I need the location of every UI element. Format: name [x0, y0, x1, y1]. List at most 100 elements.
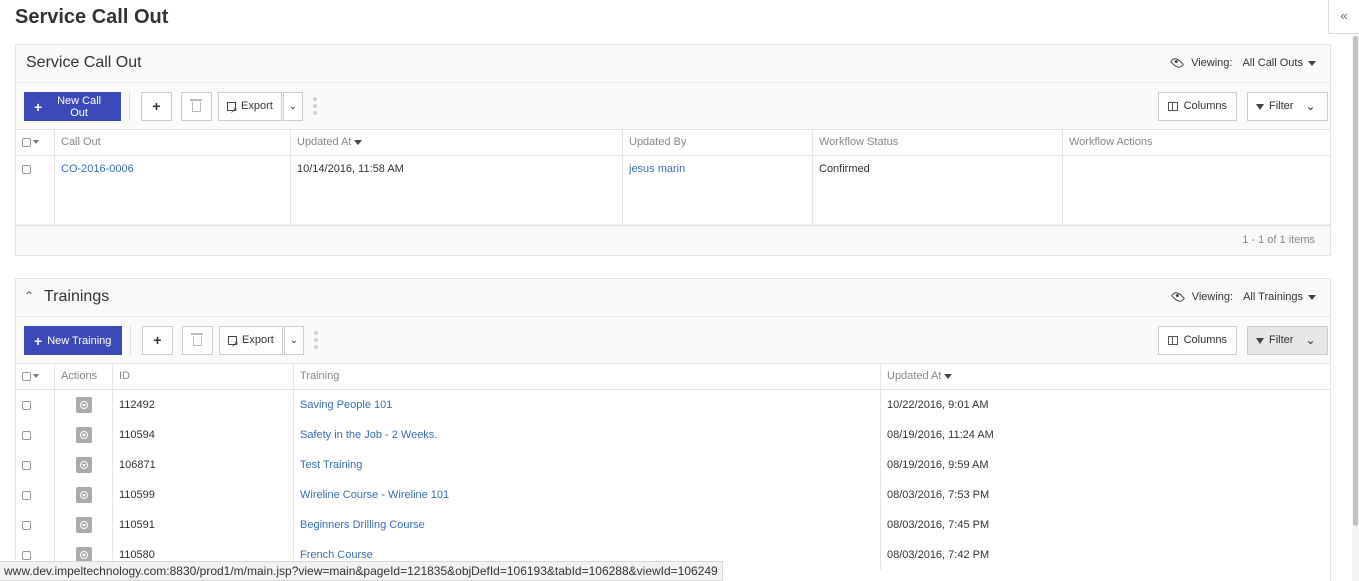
filter-label: Filter: [1269, 100, 1294, 112]
grid-body: CO-2016-0006 10/14/2016, 11:58 AM jesus …: [16, 156, 1330, 225]
id-cell: 110599: [113, 480, 294, 510]
updated-by-link[interactable]: jesus marin: [623, 156, 813, 224]
column-header-workflow-actions[interactable]: Workflow Actions: [1063, 130, 1330, 155]
page-title: Service Call Out: [15, 6, 169, 28]
toolbar-divider: [130, 326, 131, 355]
toolbar-divider: [129, 92, 130, 121]
export-button[interactable]: Export: [219, 326, 283, 358]
toolbar: + New Training + Export ⌄ Columns Filter…: [16, 317, 1330, 363]
caret-down-icon[interactable]: [1308, 294, 1316, 300]
export-button[interactable]: Export: [218, 92, 282, 124]
add-button[interactable]: +: [141, 92, 172, 121]
collapse-panel-button[interactable]: «: [1328, 0, 1359, 34]
columns-icon: [1168, 102, 1178, 111]
viewing-label: Viewing:: [1191, 57, 1233, 69]
new-call-out-button[interactable]: + New Call Out: [24, 92, 121, 121]
training-link[interactable]: Test Training: [294, 450, 881, 480]
columns-button[interactable]: Columns: [1158, 92, 1237, 121]
grid-footer: 1 - 1 of 1 items: [16, 225, 1330, 254]
row-checkbox[interactable]: [16, 480, 55, 510]
table-row[interactable]: 110591 Beginners Drilling Course 08/03/2…: [16, 510, 1330, 540]
row-checkbox[interactable]: [16, 156, 55, 224]
select-all-checkbox[interactable]: [16, 364, 55, 389]
training-link[interactable]: Wireline Course - Wireline 101: [294, 480, 881, 510]
columns-button[interactable]: Columns: [1158, 326, 1237, 355]
row-actions-cell[interactable]: [55, 420, 113, 450]
chevron-up-icon[interactable]: ⌃: [24, 289, 34, 303]
row-checkbox[interactable]: [16, 390, 55, 420]
export-dropdown-button[interactable]: ⌄: [283, 92, 303, 121]
plus-icon: +: [34, 332, 43, 349]
actions-menu-icon[interactable]: [75, 397, 92, 414]
actions-menu-icon[interactable]: [75, 487, 92, 504]
column-header-updated-at[interactable]: Updated At: [291, 130, 623, 155]
row-checkbox[interactable]: [16, 450, 55, 480]
row-actions-cell[interactable]: [55, 450, 113, 480]
call-out-link[interactable]: CO-2016-0006: [55, 156, 291, 224]
actions-menu-icon[interactable]: [75, 427, 92, 444]
training-link[interactable]: Beginners Drilling Course: [294, 510, 881, 540]
filter-button[interactable]: Filter ⌄: [1247, 92, 1328, 121]
row-actions-cell[interactable]: [55, 510, 113, 540]
training-link[interactable]: Saving People 101: [294, 390, 881, 420]
row-checkbox[interactable]: [16, 510, 55, 540]
row-checkbox[interactable]: [16, 420, 55, 450]
new-training-button[interactable]: + New Training: [24, 326, 122, 355]
view-selector[interactable]: Viewing: All Call Outs: [1170, 55, 1316, 71]
row-actions-cell[interactable]: [55, 390, 113, 420]
view-selector[interactable]: Viewing: All Trainings: [1170, 289, 1316, 305]
toolbar: + New Call Out + Export ⌄ Columns Filter…: [16, 83, 1330, 129]
workflow-status-cell: Confirmed: [813, 156, 1063, 224]
delete-button[interactable]: [182, 326, 213, 355]
export-label: Export: [242, 334, 274, 346]
plus-icon: +: [152, 98, 161, 114]
column-header-training[interactable]: Training: [294, 364, 881, 389]
export-dropdown-button[interactable]: ⌄: [284, 326, 304, 355]
column-header-updated-at[interactable]: Updated At: [881, 364, 1330, 389]
updated-at-cell: 08/03/2016, 7:45 PM: [887, 519, 990, 531]
updated-at-cell: 08/19/2016, 11:24 AM: [887, 429, 994, 441]
id-cell: 110594: [113, 420, 294, 450]
column-header-call-out[interactable]: Call Out: [55, 130, 291, 155]
updated-at-cell: 10/14/2016, 11:58 AM: [291, 156, 623, 224]
drag-handle-icon[interactable]: [313, 97, 317, 115]
chevron-down-icon: ⌄: [1305, 99, 1316, 113]
view-name[interactable]: All Trainings: [1243, 291, 1303, 303]
viewing-label: Viewing:: [1191, 291, 1234, 303]
actions-menu-icon[interactable]: [75, 517, 92, 534]
id-cell: 106871: [113, 450, 294, 480]
table-row[interactable]: 112492 Saving People 101 10/22/2016, 9:0…: [16, 390, 1330, 420]
plus-icon: +: [34, 98, 43, 115]
column-header-updated-by[interactable]: Updated By: [623, 130, 813, 155]
table-row[interactable]: CO-2016-0006 10/14/2016, 11:58 AM jesus …: [16, 156, 1330, 225]
row-actions-cell[interactable]: [55, 480, 113, 510]
caret-down-icon[interactable]: [1308, 60, 1316, 66]
new-call-out-label: New Call Out: [57, 94, 102, 119]
grid-header-row: Actions ID Training Updated At: [16, 364, 1330, 390]
updated-at-cell: 08/03/2016, 7:53 PM: [887, 489, 990, 501]
column-header-id[interactable]: ID: [113, 364, 294, 389]
add-button[interactable]: +: [142, 326, 173, 355]
table-row[interactable]: 106871 Test Training 08/19/2016, 9:59 AM: [16, 450, 1330, 480]
drag-handle-icon[interactable]: [314, 331, 318, 349]
scrollbar-thumb[interactable]: [1353, 36, 1358, 526]
column-header-workflow-status[interactable]: Workflow Status: [813, 130, 1063, 155]
actions-menu-icon[interactable]: [75, 457, 92, 474]
delete-button[interactable]: [181, 92, 212, 121]
select-all-checkbox[interactable]: [16, 130, 55, 155]
updated-at-cell: 08/19/2016, 9:59 AM: [887, 459, 989, 471]
table-row[interactable]: 110594 Safety in the Job - 2 Weeks. 08/1…: [16, 420, 1330, 450]
view-name[interactable]: All Call Outs: [1242, 57, 1303, 69]
trainings-panel: ⌃ Trainings Viewing: All Trainings + New…: [15, 278, 1331, 581]
trash-icon: [190, 99, 202, 112]
chevron-down-icon: ⌄: [1305, 333, 1316, 347]
table-row[interactable]: 110599 Wireline Course - Wireline 101 08…: [16, 480, 1330, 510]
eye-icon: [1170, 55, 1185, 71]
item-count: 1 - 1 of 1 items: [1242, 234, 1315, 246]
filter-button[interactable]: Filter ⌄: [1247, 326, 1328, 355]
call-out-grid: Call Out Updated At Updated By Workflow …: [16, 129, 1330, 254]
columns-label: Columns: [1183, 100, 1227, 112]
eye-icon: [1170, 289, 1185, 305]
training-link[interactable]: Safety in the Job - 2 Weeks.: [294, 420, 881, 450]
columns-label: Columns: [1183, 334, 1227, 346]
